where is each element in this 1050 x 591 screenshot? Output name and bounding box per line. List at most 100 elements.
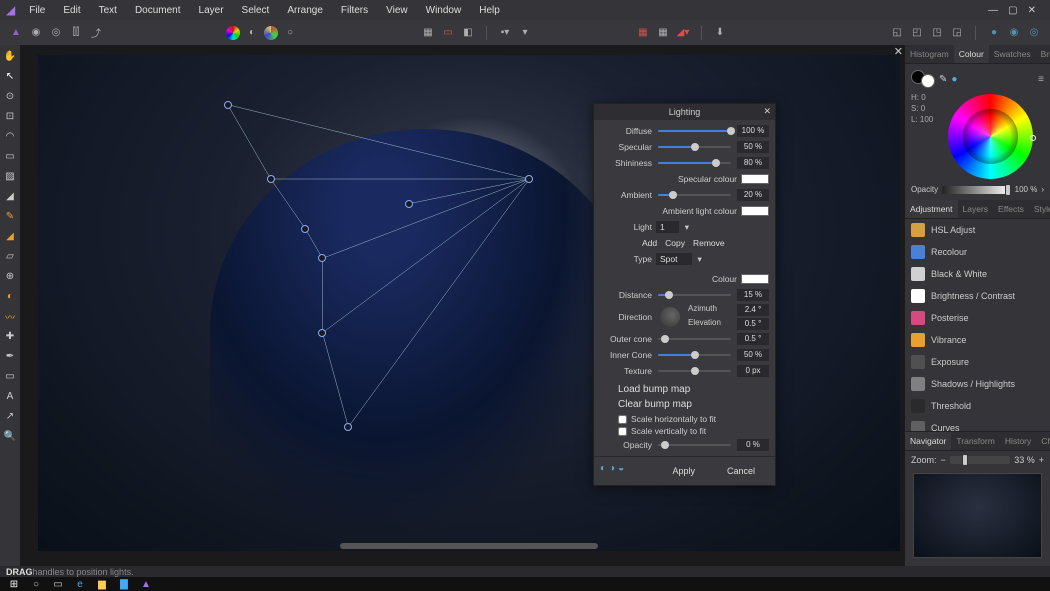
layer-mode-icon[interactable]: ▪▾: [497, 25, 513, 41]
color-dot-icon[interactable]: ●: [951, 74, 957, 85]
texture-slider[interactable]: [658, 370, 731, 372]
color-wheel[interactable]: [948, 94, 1033, 179]
adjustment-item[interactable]: Threshold: [905, 395, 1050, 417]
crop-tool-icon[interactable]: ⊡: [3, 109, 17, 123]
adjustment-item[interactable]: Exposure: [905, 351, 1050, 373]
grid2-icon[interactable]: ▦: [655, 25, 671, 41]
light-handle[interactable]: [525, 175, 533, 183]
adjustment-item[interactable]: HSL Adjust: [905, 219, 1050, 241]
persona-develop-icon[interactable]: ◎: [48, 25, 64, 41]
opacity-slider[interactable]: [942, 186, 1011, 194]
swatches-icon[interactable]: [264, 26, 278, 40]
light-handle[interactable]: [405, 200, 413, 208]
adjustment-item[interactable]: Vibrance: [905, 329, 1050, 351]
color-picker-icon[interactable]: ⊙: [3, 89, 17, 103]
pen-tool-icon[interactable]: ✒: [3, 349, 17, 363]
adjustment-item[interactable]: Shadows / Highlights: [905, 373, 1050, 395]
clone-tool-icon[interactable]: ⊕: [3, 269, 17, 283]
persona-liquify-icon[interactable]: ◉: [28, 25, 44, 41]
zoom-out-icon[interactable]: −: [941, 455, 946, 465]
ambient-slider[interactable]: [658, 194, 731, 196]
azimuth-value[interactable]: 2.4 °: [737, 304, 769, 316]
menu-text[interactable]: Text: [91, 3, 125, 18]
flood-tool-icon[interactable]: ▨: [3, 169, 17, 183]
fill-tool-icon[interactable]: ◢: [3, 229, 17, 243]
arrange-front-icon[interactable]: ◲: [949, 25, 965, 41]
adjustment-item[interactable]: Black & White: [905, 263, 1050, 285]
tab-adjustment[interactable]: Adjustment: [905, 200, 958, 218]
app-taskbar-icon[interactable]: ▲: [136, 578, 156, 590]
arrange-forward-icon[interactable]: ◳: [929, 25, 945, 41]
light-handle[interactable]: [318, 254, 326, 262]
light-handle[interactable]: [318, 329, 326, 337]
tab-channels[interactable]: Channels: [1036, 432, 1050, 450]
navigator-preview[interactable]: [913, 473, 1042, 558]
persona-photo-icon[interactable]: ▲: [8, 25, 24, 41]
healing-tool-icon[interactable]: ✚: [3, 329, 17, 343]
menu-layer[interactable]: Layer: [191, 3, 232, 18]
diffuse-slider[interactable]: [658, 130, 731, 132]
tab-effects[interactable]: Effects: [993, 200, 1029, 218]
studio-icon1[interactable]: ●: [986, 25, 1002, 41]
menu-window[interactable]: Window: [418, 3, 470, 18]
scale-h-checkbox[interactable]: Scale horizontally to fit: [600, 414, 769, 424]
shape-tool-icon[interactable]: ▭: [3, 369, 17, 383]
fg-bg-swatches[interactable]: [911, 70, 935, 88]
minimize-icon[interactable]: —: [988, 5, 998, 16]
outercone-value[interactable]: 0.5 °: [737, 333, 769, 345]
tab-history[interactable]: History: [1000, 432, 1036, 450]
clear-bump-link[interactable]: Clear bump map: [600, 399, 769, 412]
store-icon[interactable]: ▇: [114, 578, 134, 590]
adjustment-item[interactable]: Posterise: [905, 307, 1050, 329]
restore-icon[interactable]: ▢: [1008, 5, 1017, 16]
brush-tool-icon[interactable]: ✎: [3, 209, 17, 223]
adjustment-item[interactable]: Recolour: [905, 241, 1050, 263]
load-bump-link[interactable]: Load bump map: [600, 380, 769, 397]
zoom-slider[interactable]: [950, 456, 1010, 464]
align-icon[interactable]: ◢▾: [675, 25, 691, 41]
selection-tool-icon[interactable]: ▦: [420, 25, 436, 41]
arrange-back-icon[interactable]: ◱: [889, 25, 905, 41]
innercone-value[interactable]: 50 %: [737, 349, 769, 361]
smudge-tool-icon[interactable]: 〰: [3, 309, 17, 323]
dialog-close-icon[interactable]: ✕: [763, 106, 771, 117]
color-cycle-icon[interactable]: [226, 26, 240, 40]
light-select[interactable]: 1: [656, 221, 679, 233]
light-handle[interactable]: [267, 175, 275, 183]
mirror-view-icon[interactable]: ◒: [618, 463, 624, 479]
start-icon[interactable]: ⊞: [4, 578, 24, 590]
crop-icon[interactable]: ◧: [460, 25, 476, 41]
marquee-tool-icon[interactable]: ▭: [3, 149, 17, 163]
tone-icon[interactable]: ○: [282, 25, 298, 41]
scale-v-checkbox[interactable]: Scale vertically to fit: [600, 426, 769, 436]
tab-swatches[interactable]: Swatches: [989, 45, 1036, 63]
shininess-value[interactable]: 80 %: [737, 157, 769, 169]
studio-icon2[interactable]: ◉: [1006, 25, 1022, 41]
dialog-titlebar[interactable]: Lighting ✕: [594, 104, 775, 120]
ambient-colour-swatch[interactable]: [741, 206, 769, 216]
distance-value[interactable]: 15 %: [737, 289, 769, 301]
remove-button[interactable]: Remove: [693, 238, 725, 248]
light-handle[interactable]: [344, 423, 352, 431]
explorer-icon[interactable]: ▆: [92, 578, 112, 590]
adjustment-item[interactable]: Brightness / Contrast: [905, 285, 1050, 307]
arrange-backward-icon[interactable]: ◰: [909, 25, 925, 41]
contrast-icon[interactable]: ◐: [244, 25, 260, 41]
ambient-value[interactable]: 20 %: [737, 189, 769, 201]
persona-export-icon[interactable]: ⤴: [88, 25, 104, 41]
elevation-value[interactable]: 0.5 °: [737, 318, 769, 330]
search-icon[interactable]: ○: [26, 578, 46, 590]
tab-brushes[interactable]: Brushes: [1036, 45, 1050, 63]
specular-value[interactable]: 50 %: [737, 141, 769, 153]
adjustment-item[interactable]: Curves: [905, 417, 1050, 431]
selection-brush-icon[interactable]: ◠: [3, 129, 17, 143]
direction-trackball[interactable]: [660, 307, 680, 327]
texture-value[interactable]: 0 px: [737, 365, 769, 377]
eyedropper-mini-icon[interactable]: ✎: [939, 74, 947, 85]
light-handle[interactable]: [301, 225, 309, 233]
add-button[interactable]: Add: [642, 238, 657, 248]
close-icon[interactable]: ✕: [1028, 5, 1036, 16]
specular-colour-swatch[interactable]: [741, 174, 769, 184]
zoom-in-icon[interactable]: +: [1039, 455, 1044, 465]
text-tool-icon[interactable]: A: [3, 389, 17, 403]
